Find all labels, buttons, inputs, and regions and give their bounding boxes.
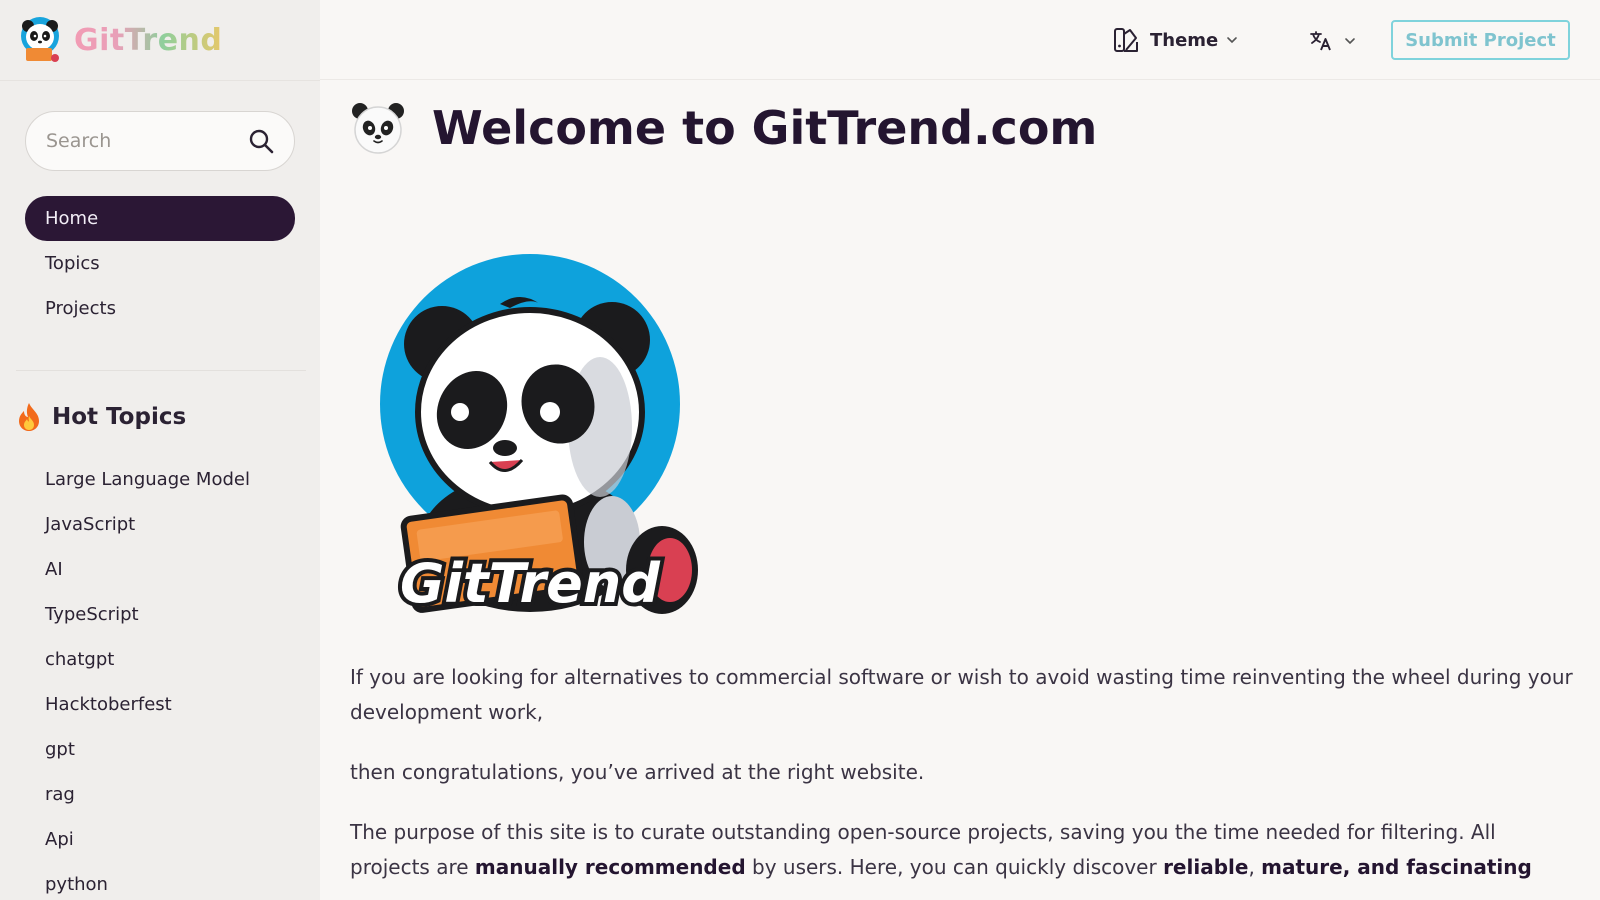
nav-item-projects[interactable]: Projects — [25, 286, 295, 331]
congrats-paragraph: then congratulations, you’ve arrived at … — [350, 760, 925, 784]
main-nav: Home Topics Projects — [25, 196, 295, 331]
page-title: Welcome to GitTrend.com — [432, 101, 1098, 155]
fire-icon — [19, 403, 39, 431]
brand[interactable]: GitTrend — [18, 14, 222, 66]
theme-label: Theme — [1150, 29, 1219, 51]
emphasis-text: manually recommended — [474, 855, 746, 879]
translate-icon — [1310, 31, 1331, 51]
brand-divider — [0, 80, 320, 81]
search-box[interactable] — [25, 111, 295, 171]
nav-item-home[interactable]: Home — [25, 196, 295, 241]
emphasis-text: mature, and fascinating — [1261, 855, 1532, 879]
topic-item[interactable]: chatgpt — [25, 637, 295, 682]
top-header: Theme Submit Project — [320, 0, 1600, 80]
hot-topics-list: Large Language Model JavaScript AI TypeS… — [25, 457, 295, 900]
search-icon[interactable] — [248, 128, 274, 154]
hot-topics-header: Hot Topics — [16, 402, 186, 432]
search-input[interactable] — [46, 130, 248, 152]
topic-item[interactable]: rag — [25, 772, 295, 817]
sidebar: GitTrend Home Topics Projects Hot Topics… — [0, 0, 320, 900]
hero-logo-text: GitTrend — [400, 552, 661, 615]
chevron-down-icon — [1227, 37, 1238, 44]
topic-item[interactable]: Hacktoberfest — [25, 682, 295, 727]
intro-paragraph: If you are looking for alternatives to c… — [350, 665, 1573, 724]
language-button[interactable] — [1310, 26, 1356, 56]
chevron-down-icon — [1345, 38, 1355, 45]
topic-item[interactable]: AI — [25, 547, 295, 592]
theme-button[interactable]: Theme — [1112, 22, 1238, 58]
purpose-text: , — [1248, 855, 1262, 879]
gittrend-hero-logo: GitTrend — [380, 254, 698, 619]
nav-item-topics[interactable]: Topics — [25, 241, 295, 286]
main-content: Welcome to GitTrend.com GitTrend If you — [350, 80, 1580, 900]
sidebar-divider — [16, 370, 306, 371]
topic-item[interactable]: gpt — [25, 727, 295, 772]
topic-item[interactable]: Api — [25, 817, 295, 862]
emphasis-text: reliable — [1163, 855, 1249, 879]
purpose-text: by users. Here, you can quickly discover — [745, 855, 1164, 879]
panda-logo-icon — [21, 17, 59, 62]
brand-name: GitTrend — [74, 22, 223, 58]
panda-emoji-icon — [352, 103, 404, 154]
title-row: Welcome to GitTrend.com — [350, 100, 1097, 156]
topic-item[interactable]: Large Language Model — [25, 457, 295, 502]
topic-item[interactable]: JavaScript — [25, 502, 295, 547]
hot-topics-title: Hot Topics — [52, 404, 187, 430]
topic-item[interactable]: TypeScript — [25, 592, 295, 637]
theme-icon — [1114, 28, 1138, 52]
submit-project-button[interactable]: Submit Project — [1391, 20, 1570, 60]
purpose-paragraph: The purpose of this site is to curate ou… — [350, 815, 1580, 885]
topic-item[interactable]: python — [25, 862, 295, 900]
